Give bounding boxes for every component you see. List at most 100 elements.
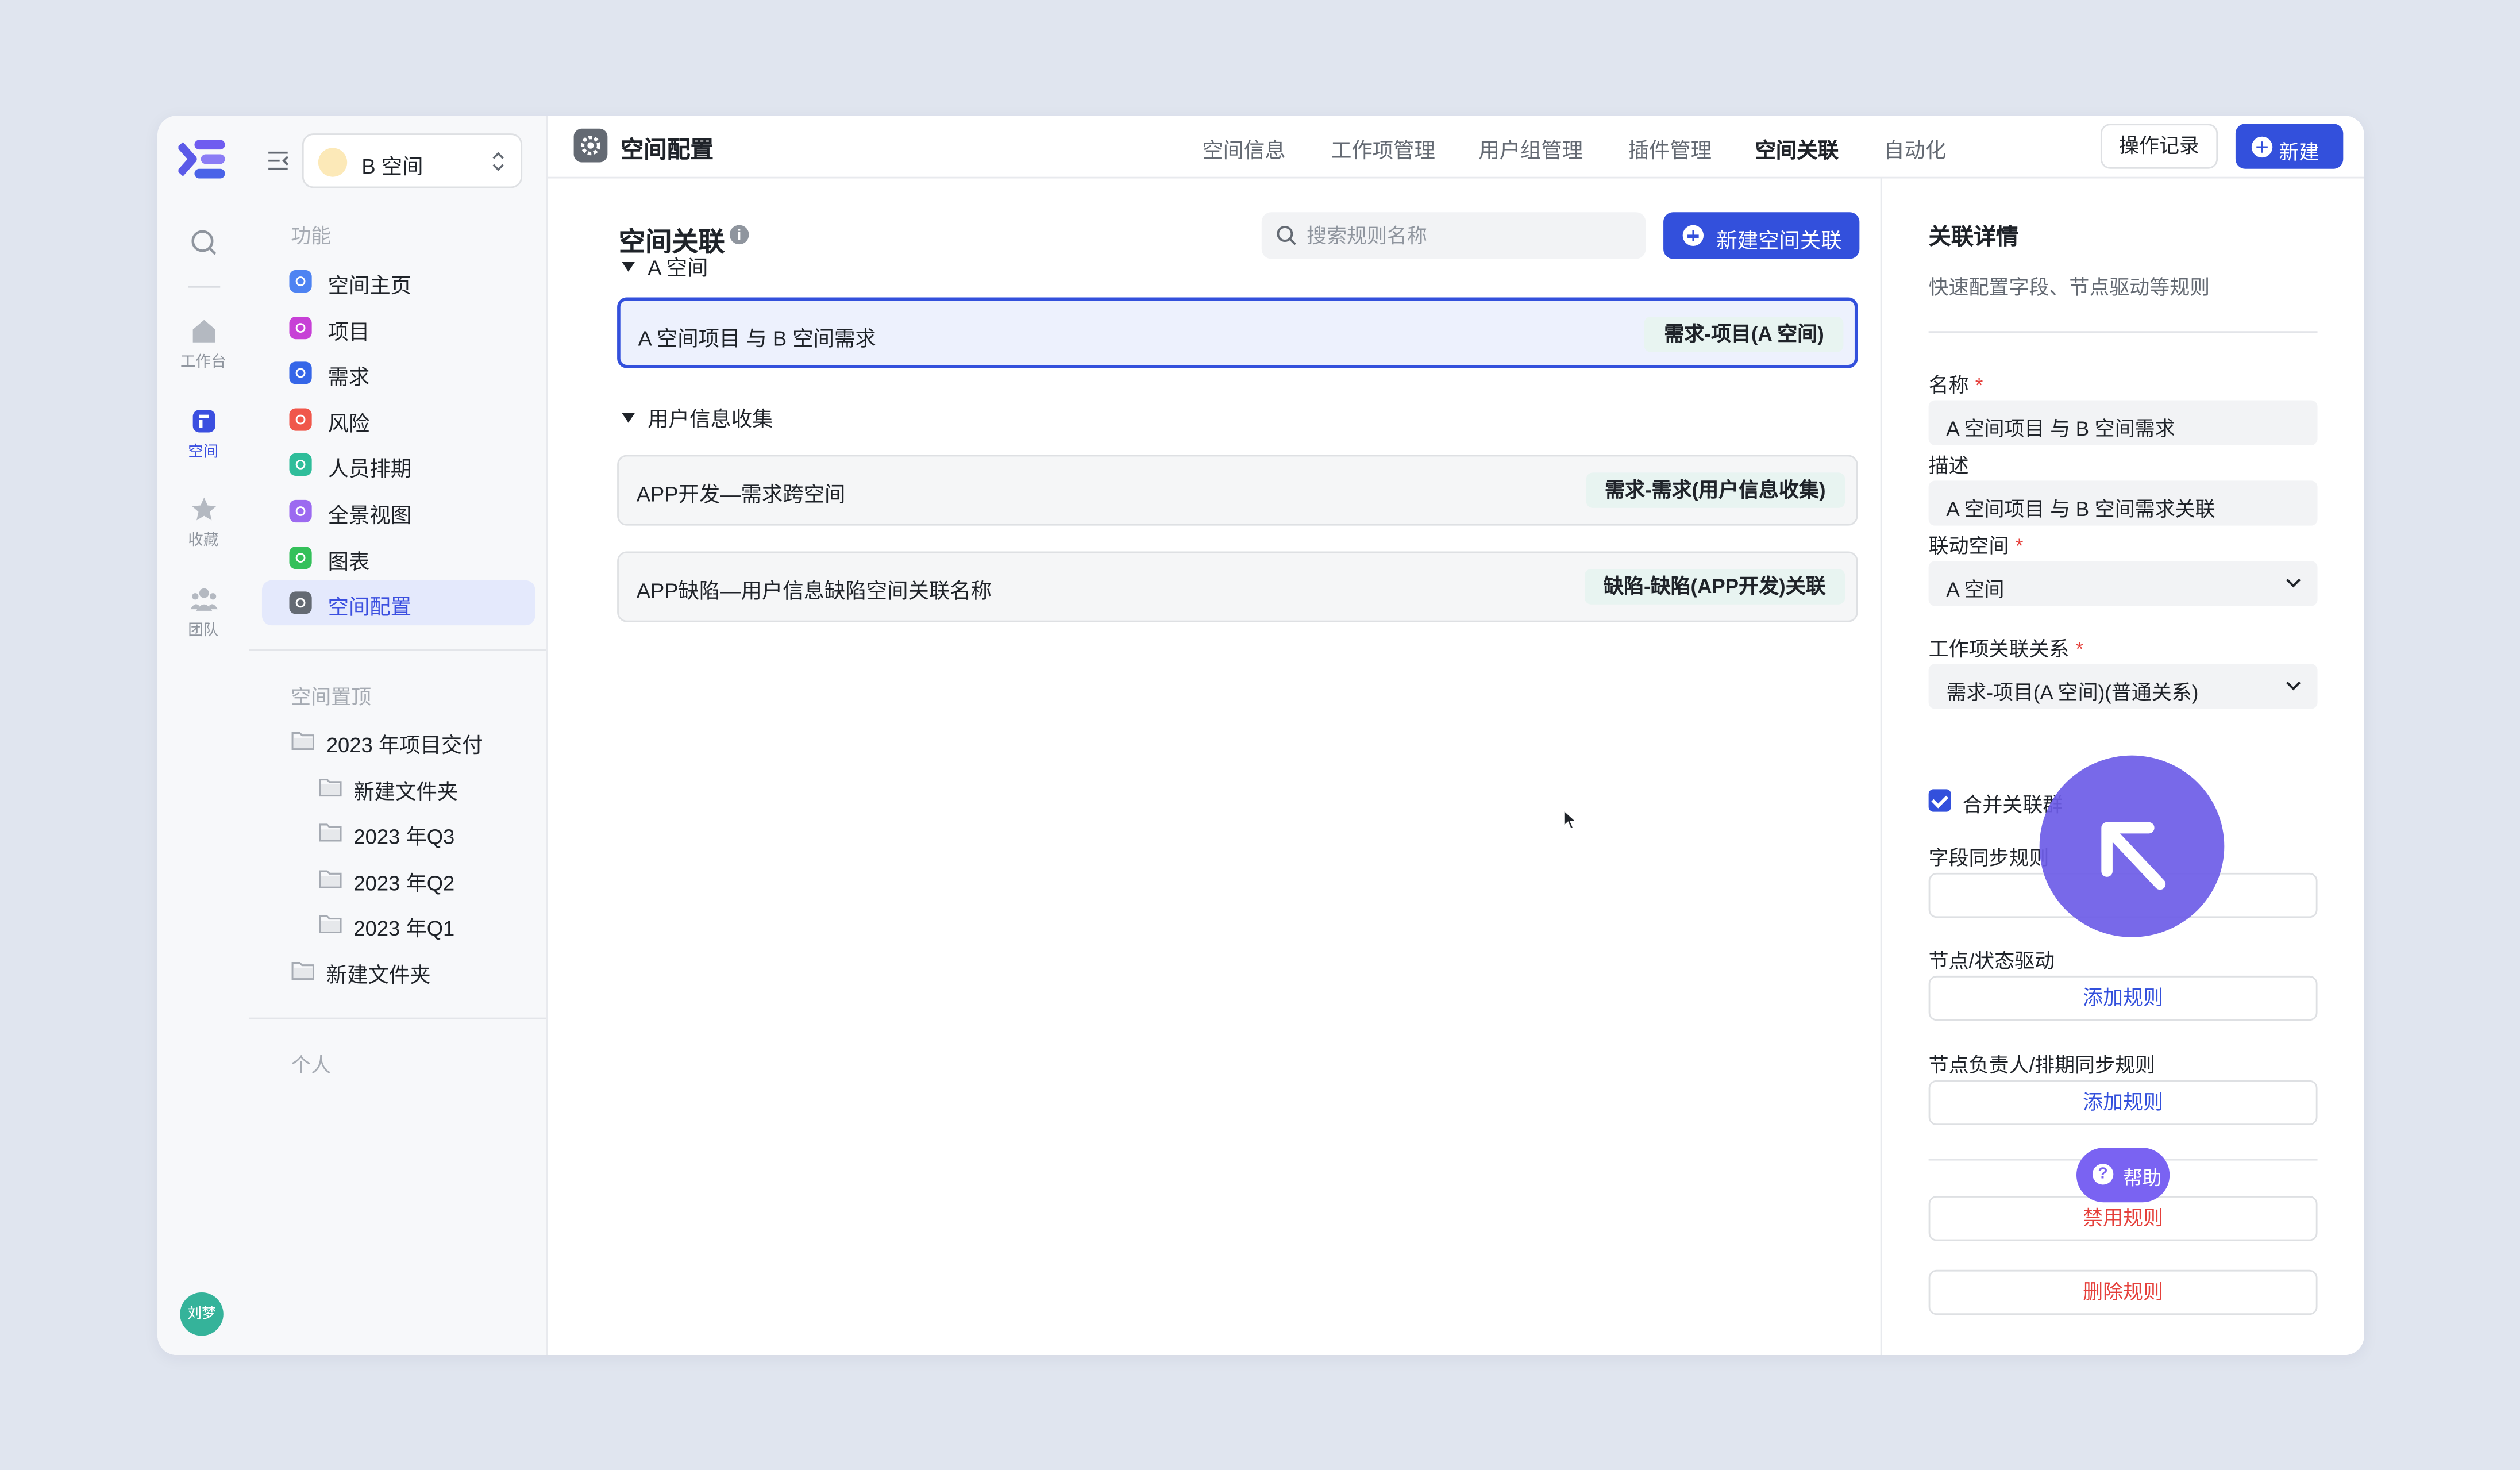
sidebar-divider [249, 649, 547, 651]
top-bar: 空间配置 空间信息 工作项管理 用户组管理 插件管理 空间关联 自动化 操作记录… [548, 116, 2364, 179]
new-button[interactable]: 新建 [2235, 124, 2344, 169]
chevron-updown-icon [492, 152, 504, 171]
nav-project[interactable]: 项目 [262, 305, 535, 350]
arrow-up-left-icon [2101, 822, 2166, 890]
chart-icon [289, 547, 312, 569]
tab-usergroup-management[interactable]: 用户组管理 [1478, 133, 1583, 164]
star-icon [191, 497, 215, 521]
folder-icon [319, 779, 342, 797]
operation-log-button[interactable]: 操作记录 [2100, 124, 2218, 169]
group-header[interactable]: 用户信息收集 [622, 402, 773, 432]
rule-card[interactable]: APP开发—需求跨空间 需求-需求(用户信息收集) [617, 455, 1858, 526]
section-features: 功能 [291, 225, 332, 248]
rail-search[interactable] [157, 228, 249, 260]
plus-circle-icon [1682, 225, 1704, 246]
detail-subtitle: 快速配置字段、节点驱动等规则 [1928, 276, 2210, 299]
delete-rule-button[interactable]: 删除规则 [1928, 1269, 2318, 1315]
folder-icon [291, 961, 314, 980]
folder-icon [291, 732, 314, 751]
rule-name: APP缺陷—用户信息缺陷空间关联名称 [636, 578, 992, 603]
collapse-sidebar-icon[interactable] [267, 149, 289, 172]
schedule-icon [289, 453, 312, 476]
nav-risk[interactable]: 风险 [262, 397, 535, 442]
sidebar-divider [249, 1017, 547, 1019]
info-icon[interactable]: i [729, 225, 749, 245]
app-window: 工作台 空间 收藏 团队 刘梦 B 空间 功能 空间主页 项目 需求 风险 人员… [157, 116, 2364, 1356]
tab-workitem-management[interactable]: 工作项管理 [1331, 133, 1435, 164]
rule-tag: 需求-需求(用户信息收集) [1585, 472, 1845, 508]
space-home-icon [289, 270, 312, 293]
help-button[interactable]: ? 帮助 [2076, 1148, 2170, 1203]
space-emoji-icon [318, 148, 348, 177]
rule-card[interactable]: A 空间项目 与 B 空间需求 需求-项目(A 空间) [617, 297, 1858, 368]
plus-circle-icon [2251, 136, 2273, 157]
relation-label: 工作项关联关系 * [1928, 638, 2084, 661]
chevron-down-icon [2286, 579, 2301, 588]
folder-icon [319, 823, 342, 842]
search-box[interactable] [1261, 212, 1646, 259]
search-icon [1277, 226, 1296, 245]
tab-space-info[interactable]: 空间信息 [1202, 133, 1285, 164]
name-field[interactable]: A 空间项目 与 B 空间需求 [1928, 400, 2318, 445]
owner-sync-add-button[interactable]: 添加规则 [1928, 1080, 2318, 1126]
rule-name: APP开发—需求跨空间 [636, 482, 846, 507]
rule-card[interactable]: APP缺陷—用户信息缺陷空间关联名称 缺陷-缺陷(APP开发)关联 [617, 551, 1858, 622]
gear-icon [289, 591, 312, 614]
tab-automation[interactable]: 自动化 [1883, 133, 1946, 164]
rule-tag: 需求-项目(A 空间) [1644, 317, 1844, 352]
risk-icon [289, 408, 312, 431]
owner-sync-label: 节点负责人/排期同步规则 [1928, 1054, 2155, 1078]
nav-space-config[interactable]: 空间配置 [261, 580, 535, 626]
linked-space-label: 联动空间 * [1928, 535, 2024, 558]
space-icon [192, 410, 215, 433]
section-personal: 个人 [291, 1054, 332, 1078]
nav-charts[interactable]: 图表 [262, 535, 535, 580]
rail-favorites[interactable]: 收藏 [157, 495, 249, 550]
search-input[interactable] [1307, 212, 1628, 259]
nav-staff-schedule[interactable]: 人员排期 [262, 442, 535, 487]
caret-down-icon [622, 261, 635, 272]
space-switcher[interactable]: B 空间 [302, 133, 523, 188]
home-icon [192, 320, 215, 343]
nav-requirement[interactable]: 需求 [262, 351, 535, 395]
nav-space-home[interactable]: 空间主页 [262, 259, 535, 303]
group-header[interactable]: A 空间 [622, 251, 708, 281]
folder-icon [319, 915, 342, 933]
left-rail: 工作台 空间 收藏 团队 刘梦 [157, 116, 251, 1356]
panorama-icon [289, 499, 312, 523]
new-space-association-button[interactable]: 新建空间关联 [1663, 212, 1860, 259]
rail-workbench[interactable]: 工作台 [157, 317, 249, 371]
rail-space[interactable]: 空间 [157, 407, 249, 461]
tab-space-association[interactable]: 空间关联 [1755, 133, 1839, 164]
team-icon [190, 588, 217, 611]
requirement-icon [289, 361, 312, 384]
name-label: 名称 * [1928, 374, 1983, 397]
chevron-down-icon [2286, 682, 2301, 691]
detail-divider [1928, 331, 2318, 333]
merge-group-checkbox[interactable] [1928, 789, 1951, 812]
rail-team[interactable]: 团队 [157, 585, 249, 640]
description-label: 描述 [1928, 455, 1969, 478]
avatar[interactable]: 刘梦 [180, 1292, 224, 1336]
field-sync-label: 字段同步规则 [1928, 847, 2049, 870]
section-pinned: 空间置顶 [291, 686, 372, 709]
node-drive-add-button[interactable]: 添加规则 [1928, 975, 2318, 1021]
nav-panorama-view[interactable]: 全景视图 [262, 488, 535, 533]
linked-space-select[interactable]: A 空间 [1928, 561, 2318, 606]
relation-select[interactable]: 需求-项目(A 空间)(普通关系) [1928, 664, 2318, 709]
tab-plugin-management[interactable]: 插件管理 [1628, 133, 1712, 164]
app-logo[interactable] [178, 138, 226, 180]
question-icon: ? [2092, 1164, 2114, 1185]
gear-icon [573, 128, 608, 163]
node-drive-label: 节点/状态驱动 [1928, 950, 2055, 973]
mouse-pointer-icon [1563, 809, 1578, 830]
description-field[interactable]: A 空间项目 与 B 空间需求关联 [1928, 480, 2318, 526]
rule-tag: 缺陷-缺陷(APP开发)关联 [1584, 569, 1845, 605]
disable-rule-button[interactable]: 禁用规则 [1928, 1196, 2318, 1241]
caret-down-icon [622, 413, 635, 423]
detail-title: 关联详情 [1928, 223, 2019, 249]
rail-divider [188, 286, 221, 288]
folder-icon [319, 870, 342, 888]
space-name: B 空间 [361, 154, 423, 179]
cursor-highlight [2039, 755, 2225, 937]
